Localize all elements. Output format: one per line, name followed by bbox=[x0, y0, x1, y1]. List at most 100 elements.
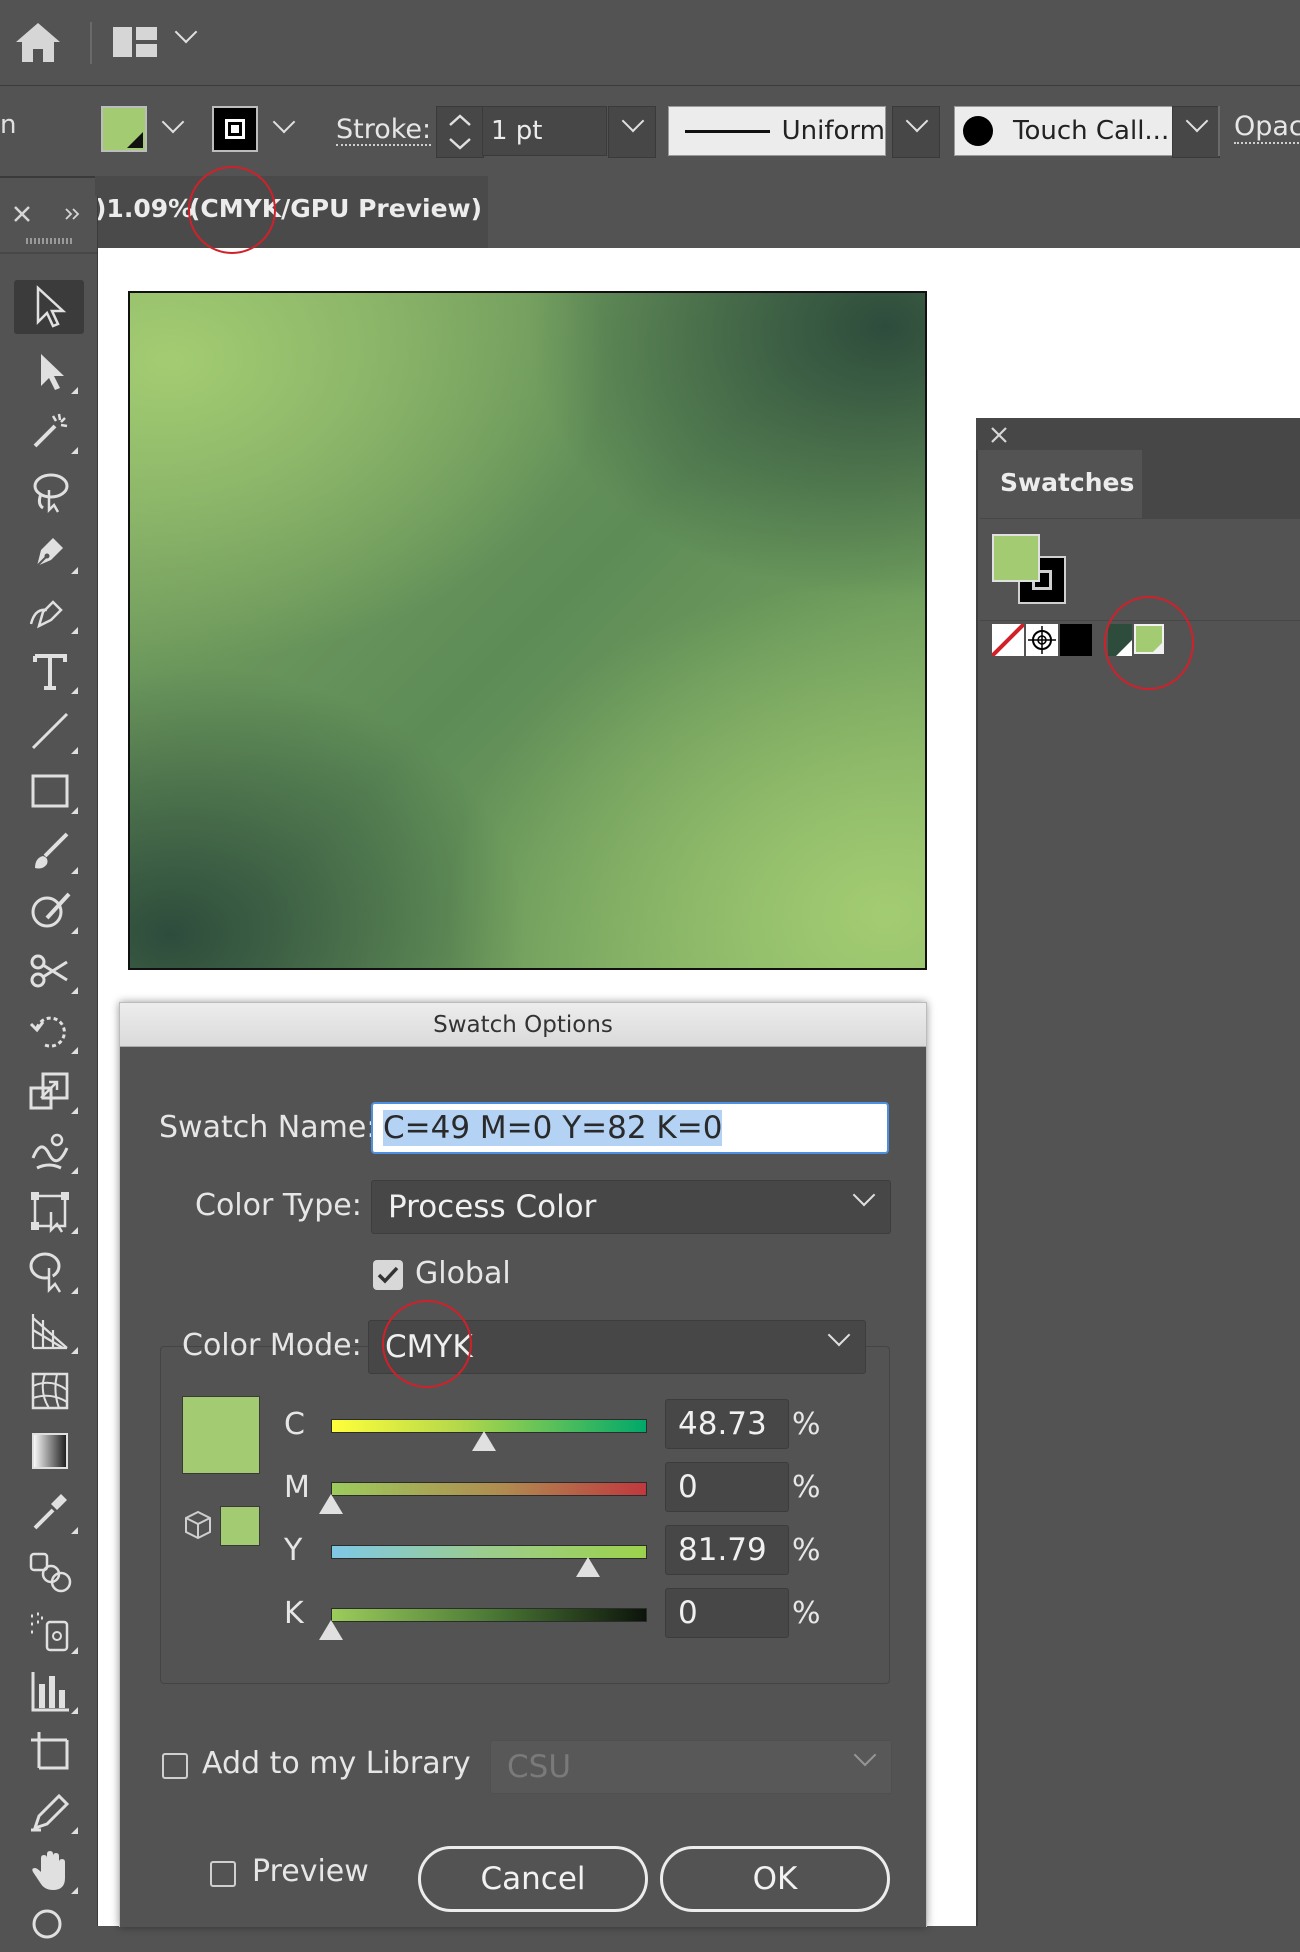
type-icon bbox=[33, 654, 67, 690]
warp-tool-button[interactable] bbox=[20, 1126, 80, 1176]
paintbrush-tool-button[interactable] bbox=[20, 826, 80, 876]
free-transform-tool-button[interactable] bbox=[20, 1186, 80, 1236]
shaper-icon bbox=[31, 892, 71, 928]
eyedropper-tool-button[interactable] bbox=[20, 1486, 80, 1536]
type-tool-button[interactable] bbox=[20, 646, 80, 696]
swatches-panel-titlebar[interactable] bbox=[976, 418, 1300, 450]
stroke-weight-dropdown[interactable] bbox=[608, 106, 656, 158]
channel-slider-track[interactable] bbox=[331, 1482, 647, 1496]
perspective-grid-icon bbox=[31, 1314, 68, 1350]
document-tab-zoom: )1.09% bbox=[95, 194, 194, 223]
fill-swatch[interactable] bbox=[101, 106, 147, 152]
channel-value-input[interactable]: 0 bbox=[665, 1588, 789, 1638]
pen-tool-button[interactable] bbox=[20, 526, 80, 576]
shape-builder-tool-button[interactable] bbox=[20, 1246, 80, 1296]
magic-wand-tool-button[interactable] bbox=[20, 406, 80, 456]
workspace-switcher-icon[interactable] bbox=[112, 26, 158, 58]
brush-dropdown[interactable] bbox=[1172, 106, 1220, 158]
app-bar bbox=[0, 0, 1300, 86]
channel-slider-thumb[interactable] bbox=[472, 1431, 496, 1451]
stroke-label[interactable]: Stroke: bbox=[336, 116, 432, 146]
width-profile-dropdown[interactable] bbox=[892, 106, 940, 158]
preview-checkbox[interactable] bbox=[210, 1861, 236, 1887]
stroke-weight-value: 1 pt bbox=[491, 116, 543, 146]
panel-fill-indicator[interactable] bbox=[992, 534, 1040, 582]
line-segment-tool-button[interactable] bbox=[20, 706, 80, 756]
mesh-icon bbox=[31, 1372, 69, 1410]
workspace-chevron-down-icon[interactable] bbox=[174, 20, 198, 44]
checkmark-icon bbox=[377, 1266, 399, 1284]
fill-chevron-down-icon[interactable] bbox=[161, 110, 185, 134]
symbol-sprayer-tool-button[interactable] bbox=[20, 1606, 80, 1656]
registration-target-icon bbox=[1028, 626, 1056, 654]
channel-slider-thumb[interactable] bbox=[575, 1557, 600, 1577]
stroke-chevron-down-icon[interactable] bbox=[272, 110, 296, 134]
channel-slider-thumb[interactable] bbox=[319, 1620, 343, 1640]
stroke-weight-stepper[interactable] bbox=[436, 106, 484, 158]
close-icon[interactable] bbox=[12, 204, 32, 224]
gradient-tool-button[interactable] bbox=[20, 1426, 80, 1476]
artboard-tool-button[interactable] bbox=[20, 1726, 80, 1776]
swatch-name-input[interactable]: C=49 M=0 Y=82 K=0 bbox=[371, 1102, 889, 1154]
divider bbox=[0, 252, 97, 254]
selection-tool-button[interactable] bbox=[14, 280, 84, 334]
document-tab[interactable]: )1.09% (CMYK/GPU Preview) bbox=[95, 176, 488, 248]
color-type-value: Process Color bbox=[388, 1189, 597, 1225]
stroke-swatch[interactable] bbox=[212, 106, 258, 152]
blend-tool-button[interactable] bbox=[20, 1546, 80, 1596]
channel-value-input[interactable]: 81.79 bbox=[665, 1525, 789, 1575]
control-bar: n Stroke: 1 pt Uniform Touch Call... Opa… bbox=[0, 86, 1300, 178]
brush-definition-select[interactable]: Touch Call... bbox=[954, 106, 1176, 156]
slice-tool-button[interactable] bbox=[20, 1786, 80, 1836]
channel-value: 0 bbox=[678, 1469, 698, 1505]
opacity-label[interactable]: Opaci bbox=[1234, 112, 1300, 144]
rotate-tool-button[interactable] bbox=[20, 1006, 80, 1056]
scale-tool-button[interactable] bbox=[20, 1066, 80, 1116]
cancel-button[interactable]: Cancel bbox=[418, 1846, 648, 1912]
gradient-artwork-rectangle[interactable] bbox=[128, 291, 927, 970]
column-graph-tool-button[interactable] bbox=[20, 1666, 80, 1716]
channel-value-input[interactable]: 48.73 bbox=[665, 1399, 789, 1449]
close-icon[interactable] bbox=[990, 426, 1008, 444]
swatch-none[interactable] bbox=[992, 624, 1024, 656]
global-checkbox[interactable] bbox=[373, 1260, 403, 1290]
web-safe-color-swatch[interactable] bbox=[220, 1506, 260, 1546]
zoom-tool-button[interactable] bbox=[20, 1902, 80, 1952]
percent-unit-label: % bbox=[792, 1470, 821, 1505]
add-to-library-checkbox[interactable] bbox=[162, 1753, 188, 1779]
shaper-tool-button[interactable] bbox=[20, 886, 80, 936]
stroke-weight-input[interactable]: 1 pt bbox=[482, 106, 607, 156]
expand-panel-icon[interactable] bbox=[64, 206, 80, 222]
direct-selection-tool-button[interactable] bbox=[20, 346, 80, 396]
library-select[interactable]: CSU bbox=[490, 1740, 892, 1794]
channel-value-input[interactable]: 0 bbox=[665, 1462, 789, 1512]
rectangle-tool-button[interactable] bbox=[20, 766, 80, 816]
perspective-grid-tool-button[interactable] bbox=[20, 1306, 80, 1356]
chevron-down-icon bbox=[827, 1323, 851, 1347]
channel-value: 0 bbox=[678, 1595, 698, 1631]
ok-button[interactable]: OK bbox=[660, 1846, 890, 1912]
home-icon[interactable] bbox=[14, 20, 62, 64]
divider bbox=[90, 22, 92, 64]
eyedropper-icon bbox=[33, 1494, 67, 1530]
swatch-registration[interactable] bbox=[1026, 624, 1058, 656]
preview-label: Preview bbox=[252, 1854, 369, 1889]
swatch-black[interactable] bbox=[1060, 624, 1092, 656]
swatches-tab[interactable]: Swatches bbox=[980, 450, 1142, 518]
highlight-circle-global-swatch bbox=[1104, 596, 1194, 690]
global-label: Global bbox=[415, 1256, 511, 1291]
out-of-web-gamut-icon[interactable] bbox=[184, 1510, 212, 1540]
width-profile-select[interactable]: Uniform bbox=[668, 106, 886, 156]
scissors-tool-button[interactable] bbox=[20, 946, 80, 996]
curvature-tool-button[interactable] bbox=[20, 586, 80, 636]
channel-slider-track[interactable] bbox=[331, 1608, 647, 1622]
channel-slider-thumb[interactable] bbox=[319, 1494, 343, 1514]
lasso-tool-button[interactable] bbox=[20, 466, 80, 516]
hand-tool-button[interactable] bbox=[20, 1846, 80, 1896]
color-type-select[interactable]: Process Color bbox=[371, 1180, 891, 1234]
mesh-tool-button[interactable] bbox=[20, 1366, 80, 1416]
chevron-down-icon bbox=[621, 109, 645, 133]
scissors-icon bbox=[30, 954, 68, 988]
percent-unit-label: % bbox=[792, 1533, 821, 1568]
panel-grip[interactable] bbox=[26, 238, 72, 244]
